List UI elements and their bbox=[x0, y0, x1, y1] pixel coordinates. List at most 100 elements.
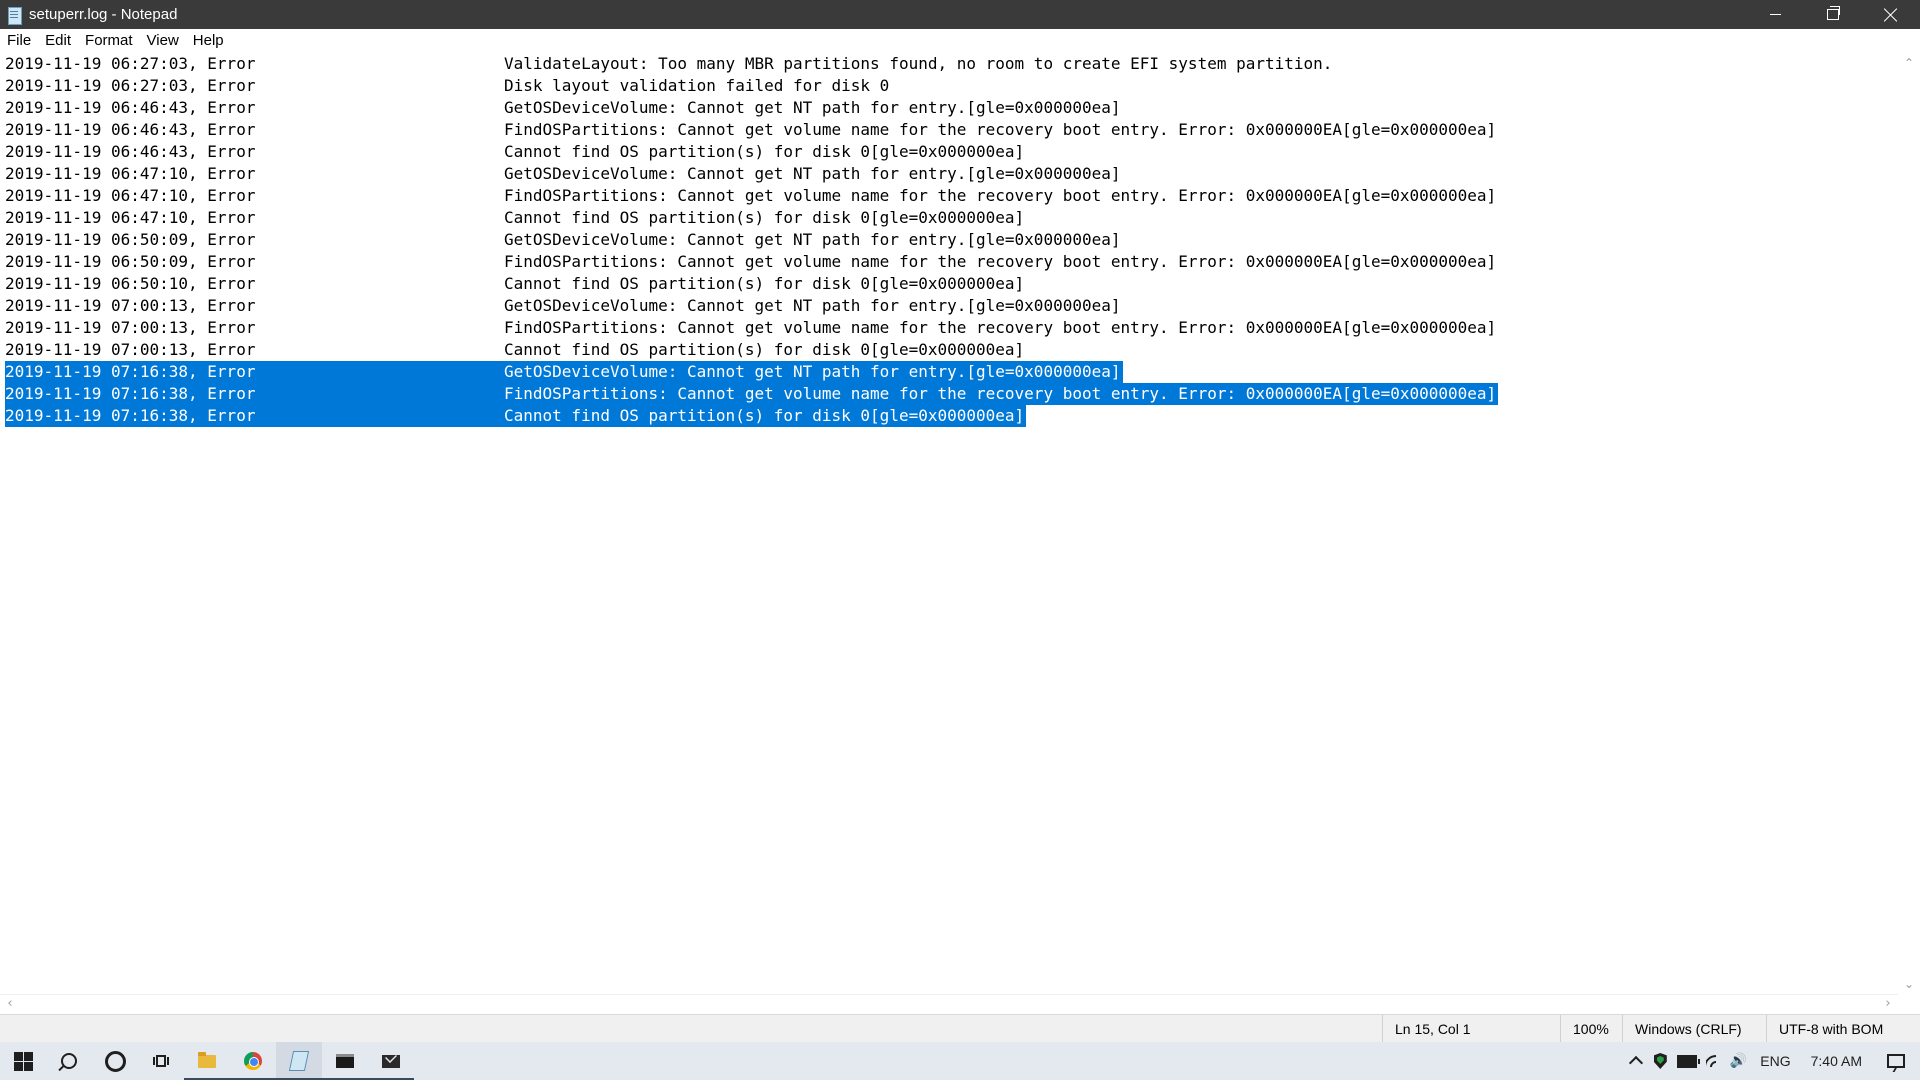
log-line[interactable]: 2019-11-19 06:46:43, Error Cannot find OS… bbox=[0, 141, 1898, 163]
log-line[interactable]: 2019-11-19 06:47:10, Error GetOSDeviceVol… bbox=[0, 163, 1898, 185]
log-line[interactable]: 2019-11-19 07:00:13, Error Cannot find OS… bbox=[0, 339, 1898, 361]
log-message: GetOSDeviceVolume: Cannot get NT path fo… bbox=[504, 362, 1121, 381]
log-message: FindOSPartitions: Cannot get volume name… bbox=[504, 384, 1497, 403]
log-message: FindOSPartitions: Cannot get volume name… bbox=[504, 120, 1497, 139]
log-timestamp: 2019-11-19 06:47:10, Error bbox=[5, 208, 256, 227]
log-timestamp: 2019-11-19 07:16:38, Error bbox=[5, 406, 256, 425]
log-line[interactable]: 2019-11-19 07:00:13, Error FindOSPartitio… bbox=[0, 317, 1898, 339]
menu-edit[interactable]: Edit bbox=[38, 29, 78, 53]
notepad-icon[interactable] bbox=[6, 6, 22, 25]
taskbar-notepad[interactable] bbox=[276, 1042, 322, 1080]
system-tray: 🔊 ENG 7:40 AM bbox=[1624, 1042, 1920, 1080]
scroll-down-icon[interactable]: ⌄ bbox=[1903, 978, 1915, 990]
log-timestamp: 2019-11-19 06:27:03, Error bbox=[5, 76, 256, 95]
scroll-corner bbox=[1898, 994, 1920, 1014]
cortana-button[interactable] bbox=[92, 1042, 138, 1080]
status-bar: Ln 15, Col 1 100% Windows (CRLF) UTF-8 w… bbox=[0, 1014, 1920, 1043]
close-button[interactable] bbox=[1862, 0, 1920, 29]
restore-icon bbox=[1827, 6, 1840, 20]
menu-help[interactable]: Help bbox=[186, 29, 231, 53]
vertical-scrollbar[interactable]: ⌃ ⌄ bbox=[1898, 53, 1920, 994]
log-line[interactable]: 2019-11-19 06:46:43, Error GetOSDeviceVol… bbox=[0, 97, 1898, 119]
clock[interactable]: 7:40 AM bbox=[1801, 1042, 1872, 1080]
cursor-position: Ln 15, Col 1 bbox=[1382, 1015, 1560, 1043]
log-timestamp: 2019-11-19 06:47:10, Error bbox=[5, 186, 256, 205]
log-timestamp: 2019-11-19 07:00:13, Error bbox=[5, 340, 256, 359]
start-button[interactable] bbox=[0, 1042, 46, 1080]
log-message: FindOSPartitions: Cannot get volume name… bbox=[504, 186, 1497, 205]
log-line[interactable]: 2019-11-19 06:27:03, Error ValidateLayout… bbox=[0, 53, 1898, 75]
search-icon bbox=[61, 1053, 77, 1069]
log-line[interactable]: 2019-11-19 06:50:09, Error FindOSPartitio… bbox=[0, 251, 1898, 273]
menu-file[interactable]: File bbox=[0, 29, 38, 53]
notification-icon bbox=[1887, 1054, 1905, 1068]
shield-icon bbox=[1653, 1053, 1667, 1069]
log-timestamp: 2019-11-19 06:46:43, Error bbox=[5, 98, 256, 117]
scroll-up-icon[interactable]: ⌃ bbox=[1903, 57, 1915, 69]
log-timestamp: 2019-11-19 06:27:03, Error bbox=[5, 54, 256, 73]
log-message: GetOSDeviceVolume: Cannot get NT path fo… bbox=[504, 230, 1121, 249]
log-message: Disk layout validation failed for disk 0 bbox=[504, 76, 890, 95]
notepad-window: setuperr.log - Notepad File Edit Format … bbox=[0, 0, 1920, 1043]
log-line[interactable]: 2019-11-19 07:16:38, Error GetOSDeviceVol… bbox=[0, 361, 1898, 383]
log-line[interactable]: 2019-11-19 07:00:13, Error GetOSDeviceVol… bbox=[0, 295, 1898, 317]
log-timestamp: 2019-11-19 07:00:13, Error bbox=[5, 296, 256, 315]
task-view-icon bbox=[153, 1054, 169, 1068]
minimize-button[interactable] bbox=[1746, 0, 1804, 29]
log-line[interactable]: 2019-11-19 06:47:10, Error Cannot find OS… bbox=[0, 207, 1898, 229]
show-hidden-icons-button[interactable] bbox=[1624, 1042, 1648, 1080]
log-line[interactable]: 2019-11-19 06:50:09, Error GetOSDeviceVol… bbox=[0, 229, 1898, 251]
speaker-icon: 🔊 bbox=[1729, 1053, 1747, 1069]
taskbar-command-prompt[interactable] bbox=[322, 1042, 368, 1080]
log-line[interactable]: 2019-11-19 06:27:03, Error Disk layout va… bbox=[0, 75, 1898, 97]
close-icon bbox=[1884, 8, 1898, 22]
taskbar-file-explorer[interactable] bbox=[184, 1042, 230, 1080]
encoding: UTF-8 with BOM bbox=[1766, 1015, 1920, 1043]
log-message: FindOSPartitions: Cannot get volume name… bbox=[504, 318, 1497, 337]
menu-bar: File Edit Format View Help bbox=[0, 29, 1920, 53]
log-message: GetOSDeviceVolume: Cannot get NT path fo… bbox=[504, 296, 1121, 315]
defender-tray[interactable] bbox=[1648, 1042, 1672, 1080]
log-timestamp: 2019-11-19 07:16:38, Error bbox=[5, 384, 256, 403]
scroll-left-icon[interactable]: ‹ bbox=[4, 997, 16, 1010]
taskbar-chrome[interactable] bbox=[230, 1042, 276, 1080]
log-timestamp: 2019-11-19 07:16:38, Error bbox=[5, 362, 256, 381]
log-line[interactable]: 2019-11-19 07:16:38, Error FindOSPartitio… bbox=[0, 383, 1898, 405]
text-editor-area[interactable]: 2019-11-19 06:27:03, Error ValidateLayout… bbox=[0, 53, 1898, 994]
search-button[interactable] bbox=[46, 1042, 92, 1080]
action-center-button[interactable] bbox=[1872, 1042, 1920, 1080]
horizontal-scrollbar[interactable]: ‹ › bbox=[0, 994, 1898, 1015]
log-message: GetOSDeviceVolume: Cannot get NT path fo… bbox=[504, 98, 1121, 117]
network-tray[interactable] bbox=[1702, 1042, 1726, 1080]
log-timestamp: 2019-11-19 06:50:09, Error bbox=[5, 230, 256, 249]
log-line[interactable]: 2019-11-19 06:47:10, Error FindOSPartitio… bbox=[0, 185, 1898, 207]
log-line[interactable]: 2019-11-19 06:46:43, Error FindOSPartitio… bbox=[0, 119, 1898, 141]
task-view-button[interactable] bbox=[138, 1042, 184, 1080]
chrome-icon bbox=[244, 1052, 262, 1070]
scroll-right-icon[interactable]: › bbox=[1882, 997, 1894, 1010]
log-message: Cannot find OS partition(s) for disk 0[g… bbox=[504, 406, 1025, 425]
command-prompt-icon bbox=[336, 1054, 354, 1068]
zoom-level: 100% bbox=[1560, 1015, 1622, 1043]
battery-icon bbox=[1677, 1054, 1701, 1068]
restore-button[interactable] bbox=[1804, 0, 1862, 29]
language-indicator[interactable]: ENG bbox=[1750, 1042, 1800, 1080]
chevron-up-icon bbox=[1629, 1055, 1644, 1071]
title-bar[interactable]: setuperr.log - Notepad bbox=[0, 0, 1920, 29]
battery-tray[interactable] bbox=[1672, 1042, 1702, 1080]
log-timestamp: 2019-11-19 06:46:43, Error bbox=[5, 142, 256, 161]
log-line[interactable]: 2019-11-19 06:50:10, Error Cannot find OS… bbox=[0, 273, 1898, 295]
menu-view[interactable]: View bbox=[140, 29, 186, 53]
log-message: FindOSPartitions: Cannot get volume name… bbox=[504, 252, 1497, 271]
log-line[interactable]: 2019-11-19 07:16:38, Error Cannot find OS… bbox=[0, 405, 1898, 427]
menu-format[interactable]: Format bbox=[78, 29, 140, 53]
log-timestamp: 2019-11-19 06:47:10, Error bbox=[5, 164, 256, 183]
log-message: Cannot find OS partition(s) for disk 0[g… bbox=[504, 208, 1025, 227]
line-ending: Windows (CRLF) bbox=[1622, 1015, 1766, 1043]
taskbar-mail[interactable] bbox=[368, 1042, 414, 1080]
log-message: Cannot find OS partition(s) for disk 0[g… bbox=[504, 340, 1025, 359]
cortana-icon bbox=[104, 1050, 126, 1072]
taskbar: 🔊 ENG 7:40 AM bbox=[0, 1042, 1920, 1080]
volume-tray[interactable]: 🔊 bbox=[1726, 1042, 1750, 1080]
log-timestamp: 2019-11-19 07:00:13, Error bbox=[5, 318, 256, 337]
